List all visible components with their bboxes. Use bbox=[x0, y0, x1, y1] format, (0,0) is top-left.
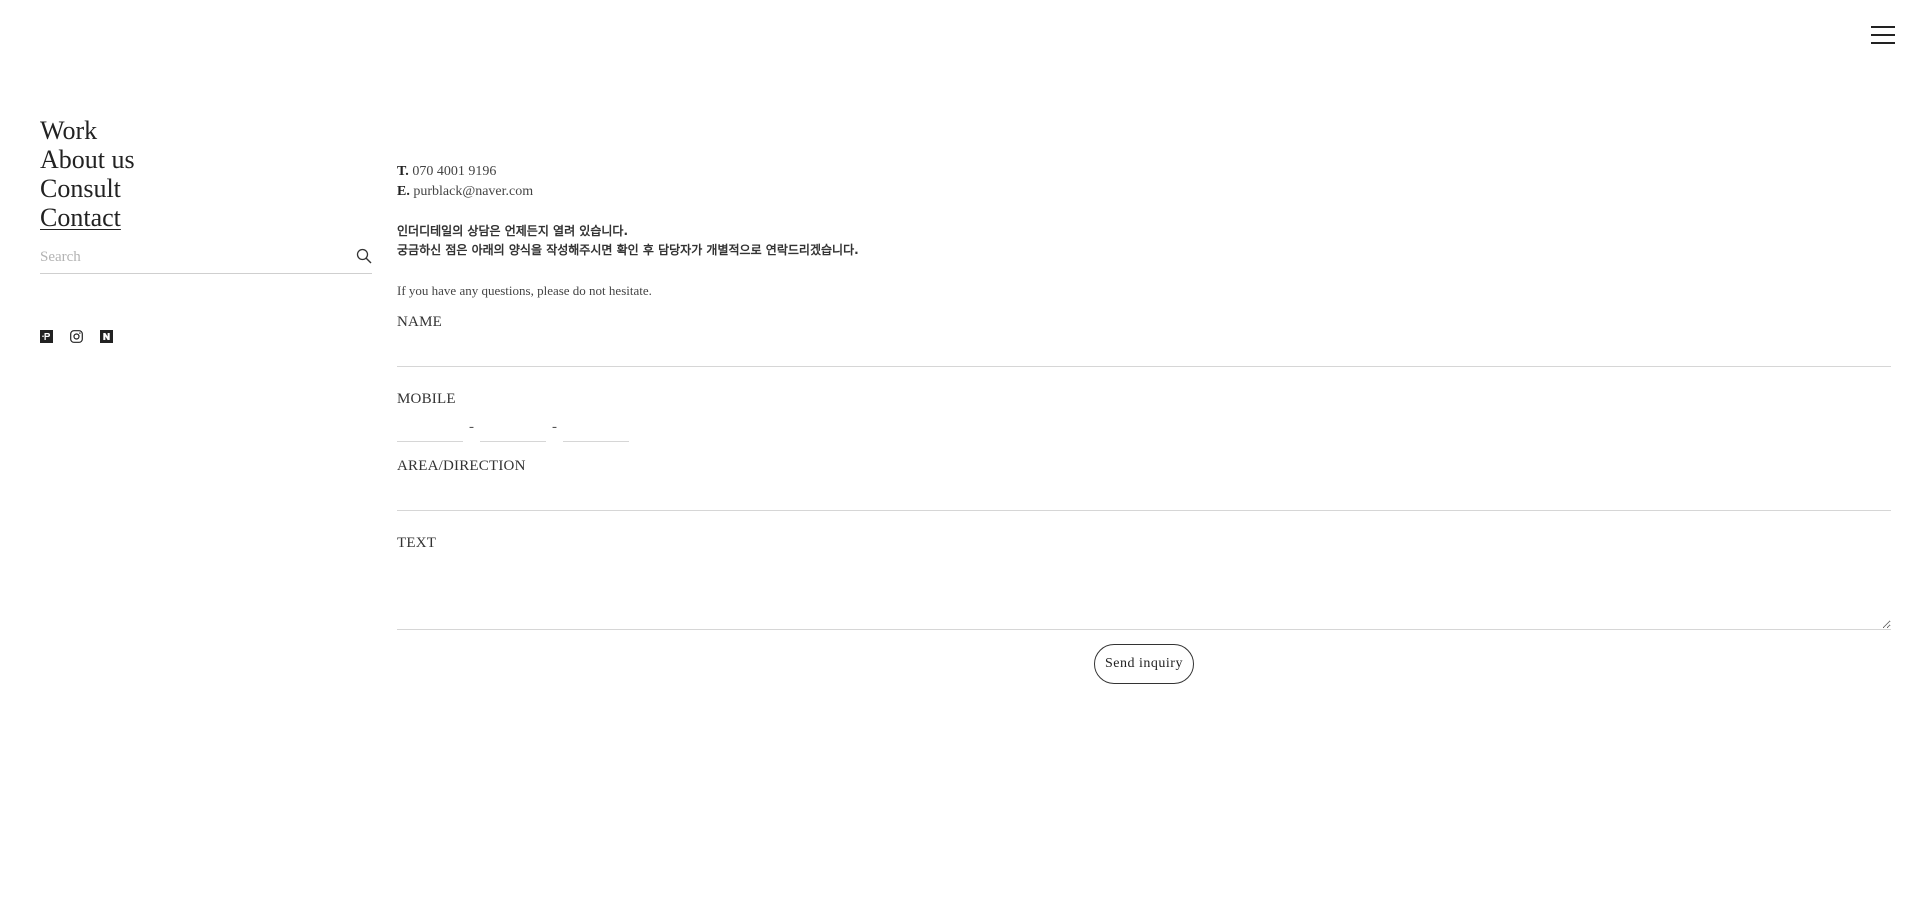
menu-line bbox=[1871, 42, 1895, 44]
notice-line-2: 궁금하신 점은 아래의 양식을 작성해주시면 확인 후 담당자가 개별적으로 연… bbox=[397, 243, 859, 257]
mobile-fields: - - bbox=[397, 411, 1891, 443]
mobile-input-1[interactable] bbox=[397, 412, 463, 442]
send-inquiry-button[interactable]: Send inquiry bbox=[1094, 644, 1194, 684]
menu-line bbox=[1871, 26, 1895, 28]
area-input[interactable] bbox=[397, 475, 1891, 511]
nav-item-contact[interactable]: Contact bbox=[40, 203, 372, 232]
naver-icon[interactable] bbox=[100, 330, 113, 343]
mobile-input-2[interactable] bbox=[480, 412, 546, 442]
phone-prefix: T. bbox=[397, 164, 409, 179]
submit-wrap: Send inquiry bbox=[397, 644, 1891, 684]
text-label: TEXT bbox=[397, 535, 437, 551]
main-nav: Work About us Consult Contact bbox=[40, 116, 372, 232]
mobile-label: MOBILE bbox=[397, 391, 456, 407]
mobile-input-3[interactable] bbox=[563, 412, 629, 442]
email-address: purblack@naver.com bbox=[413, 184, 534, 199]
area-label: AREA/DIRECTION bbox=[397, 458, 526, 474]
instagram-icon[interactable] bbox=[70, 330, 83, 343]
nav-item-about-us[interactable]: About us bbox=[40, 145, 372, 174]
search-icon[interactable] bbox=[356, 248, 372, 264]
nav-item-work[interactable]: Work bbox=[40, 116, 372, 145]
nav-list: Work About us Consult Contact bbox=[40, 116, 372, 232]
search-input[interactable] bbox=[40, 242, 340, 272]
inquiry-form: NAME MOBILE - - AREA/DIRECTION TEXT Send… bbox=[397, 313, 1891, 684]
mobile-separator: - bbox=[552, 418, 557, 435]
phone-number: 070 4001 9196 bbox=[412, 164, 497, 179]
phone-line: T. 070 4001 9196 bbox=[397, 162, 1891, 182]
email-line: E. purblack@naver.com bbox=[397, 182, 1891, 202]
notice-english: If you have any questions, please do not… bbox=[397, 283, 652, 298]
email-prefix: E. bbox=[397, 184, 410, 199]
nav-item-consult[interactable]: Consult bbox=[40, 174, 372, 203]
notice-korean: 인더디테일의 상담은 언제든지 열려 있습니다. 궁금하신 점은 아래의 양식을… bbox=[397, 222, 1891, 260]
social-links bbox=[40, 330, 113, 343]
search-box bbox=[40, 242, 372, 274]
mobile-separator: - bbox=[469, 418, 474, 435]
hamburger-menu-icon[interactable] bbox=[1871, 25, 1895, 47]
notice-line-1: 인더디테일의 상담은 언제든지 열려 있습니다. bbox=[397, 224, 629, 238]
post-icon[interactable] bbox=[40, 330, 53, 343]
contact-section: T. 070 4001 9196 E. purblack@naver.com 인… bbox=[397, 162, 1891, 684]
sidebar: Work About us Consult Contact bbox=[40, 116, 372, 343]
text-textarea[interactable] bbox=[397, 558, 1891, 630]
name-input[interactable] bbox=[397, 331, 1891, 367]
menu-line bbox=[1871, 34, 1895, 36]
name-label: NAME bbox=[397, 314, 442, 330]
